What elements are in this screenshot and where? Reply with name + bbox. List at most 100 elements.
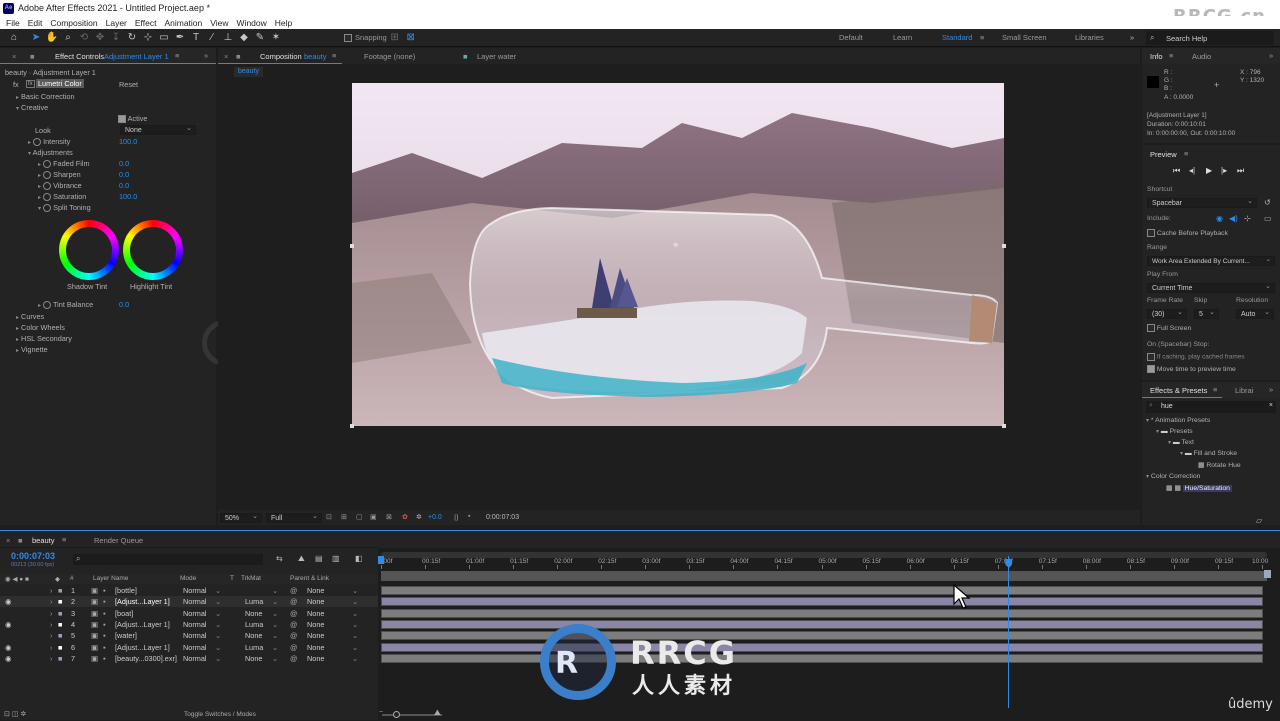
bbox-handle-bottom-right[interactable] (1002, 424, 1006, 428)
parent-dropdown-icon[interactable]: ⌄ (352, 620, 358, 629)
layer-row[interactable]: › ■ 5 ▣ ▪ [water] Normal ⌄ None ⌄ @ None ⌄ (0, 630, 378, 641)
trkmat-dropdown-icon[interactable]: ⌄ (272, 631, 278, 640)
cache-before-playback[interactable]: Cache Before Playback (1147, 229, 1228, 237)
pen-tool-icon[interactable]: ✒ (174, 32, 186, 44)
orbit-camera-icon[interactable]: ⟲ (78, 32, 90, 44)
snap-options-icon[interactable]: ⊞ (389, 32, 401, 44)
layer-row[interactable]: ◉ › ■ 6 ▣ ▪ [Adjust...Layer 1] Normal ⌄ Luma ⌄ @ Non… (0, 642, 378, 653)
mode-dropdown-icon[interactable]: ⌄ (215, 620, 221, 629)
layer-mode[interactable]: Normal (183, 643, 207, 652)
zoom-dropdown[interactable]: 50% (220, 512, 262, 523)
pick-whip-icon[interactable]: @ (290, 631, 297, 640)
sharpen-value[interactable]: 0.0 (119, 170, 129, 179)
work-area-start-handle[interactable] (378, 556, 384, 564)
label-color-icon[interactable]: ■ (58, 643, 62, 652)
comp-timecode[interactable]: 0:00:07:03 (486, 514, 519, 521)
vibrance-value[interactable]: 0.0 (119, 181, 129, 190)
effect-name-lumetri[interactable]: Lumetri Color (36, 79, 84, 88)
active-checkbox-row[interactable]: Active (118, 114, 148, 124)
timeline-lock-icon[interactable]: ■ (18, 536, 23, 545)
layer-type-icon[interactable]: ▣ (91, 620, 98, 629)
faded-film-value[interactable]: 0.0 (119, 159, 129, 168)
trkmat-dropdown-icon[interactable]: ⌄ (272, 586, 278, 595)
label-color-icon[interactable]: ■ (58, 586, 62, 595)
shy-layers-icon[interactable]: ▤ (315, 554, 323, 563)
close-panel-icon[interactable]: × (12, 52, 16, 61)
menu-view[interactable]: View (210, 18, 228, 28)
brush-tool-icon[interactable]: ∕ (206, 32, 218, 44)
trkmat-dropdown-icon[interactable]: ⌄ (272, 643, 278, 652)
snapping-checkbox[interactable] (344, 33, 352, 42)
layer-duration-bar[interactable] (381, 642, 1263, 652)
layer-mode[interactable]: Normal (183, 654, 207, 663)
section-curves[interactable]: ▸ Curves (16, 312, 44, 321)
selection-tool-icon[interactable]: ➤ (30, 32, 42, 44)
trkmat-dropdown-icon[interactable]: ⌄ (272, 654, 278, 663)
menu-help[interactable]: Help (275, 18, 292, 28)
parent-dropdown-icon[interactable]: ⌄ (352, 609, 358, 618)
pan-camera-icon[interactable]: ✥ (94, 32, 106, 44)
mode-dropdown-icon[interactable]: ⌄ (215, 609, 221, 618)
bbox-handle-bottom-left[interactable] (350, 424, 354, 428)
reset-shortcut-icon[interactable]: ↺ (1264, 198, 1271, 207)
panel-menu-icon[interactable]: ≡ (175, 51, 179, 60)
show-snapshot-icon[interactable]: ▪ (468, 513, 470, 520)
mode-dropdown-icon[interactable]: ⌄ (215, 586, 221, 595)
workspace-default[interactable]: Default (839, 33, 863, 42)
layer-row[interactable]: › ■ 1 ▣ ▪ [bottle] Normal ⌄ ⌄ @ None ⌄ (0, 585, 378, 596)
menu-file[interactable]: File (6, 18, 20, 28)
search-help-box[interactable]: ⌕ Search Help (1146, 31, 1274, 45)
layer-type-icon[interactable]: ▣ (91, 654, 98, 663)
layer-duration-bar[interactable] (381, 597, 1263, 607)
libraries-tab[interactable]: Librai (1235, 386, 1253, 395)
layer-parent[interactable]: None (307, 631, 324, 640)
label-color-icon[interactable]: ■ (58, 654, 62, 663)
pick-whip-icon[interactable]: @ (290, 654, 297, 663)
layer-name[interactable]: [water] (115, 631, 137, 640)
section-vignette[interactable]: ▸ Vignette (16, 345, 48, 354)
highlight-tint-wheel[interactable] (123, 220, 183, 280)
comp-breadcrumb[interactable]: beauty (234, 67, 264, 77)
toggle-switches-modes[interactable]: Toggle Switches / Modes (184, 711, 256, 718)
parent-dropdown-icon[interactable]: ⌄ (352, 631, 358, 640)
channel-icon[interactable]: ✿ (402, 513, 408, 521)
workspace-menu-icon[interactable]: ≡ (980, 33, 984, 42)
col-layer-name[interactable]: Layer Name (93, 575, 128, 582)
workspace-standard[interactable]: Standard (942, 33, 972, 42)
work-area-range[interactable] (381, 571, 1267, 581)
comp-mini-flowchart-icon[interactable]: ⇆ (276, 554, 283, 563)
zoom-tool-icon[interactable]: ⌕ (62, 32, 74, 44)
snapshot-icon[interactable]: ⌷ (454, 513, 459, 523)
tree-presets-folder[interactable]: ▾ ▬ Presets (1156, 428, 1193, 435)
exposure-reset-icon[interactable]: ✲ (416, 513, 422, 521)
clear-search-icon[interactable]: × (1269, 402, 1273, 409)
menu-animation[interactable]: Animation (164, 18, 202, 28)
effects-menu-icon[interactable]: ≡ (1213, 385, 1217, 394)
layer-trkmat[interactable]: None (245, 654, 262, 663)
home-icon[interactable]: ⌂ (8, 32, 20, 44)
pick-whip-icon[interactable]: @ (290, 620, 297, 629)
next-frame-icon[interactable]: |▸ (1221, 166, 1227, 175)
anchor-point-tool-icon[interactable]: ⊹ (142, 32, 154, 44)
resolution-dropdown[interactable]: Full (266, 512, 322, 523)
composition-viewer[interactable] (352, 83, 1004, 426)
label-color-icon[interactable]: ■ (58, 620, 62, 629)
first-frame-icon[interactable]: ⏮ (1173, 166, 1180, 176)
layer-name[interactable]: [bottle] (115, 586, 137, 595)
section-color-wheels[interactable]: ▸ Color Wheels (16, 323, 65, 332)
menu-composition[interactable]: Composition (50, 18, 97, 28)
layer-mode[interactable]: Normal (183, 620, 207, 629)
layer-type-icon[interactable]: ▣ (91, 597, 98, 606)
lock-icon[interactable]: ■ (30, 52, 35, 61)
workspace-libraries[interactable]: Libraries (1075, 33, 1104, 42)
layer-trkmat[interactable]: None (245, 609, 262, 618)
effect-controls-tab[interactable]: Effect Controls (55, 52, 104, 61)
close-timeline-icon[interactable]: × (6, 536, 10, 545)
last-frame-icon[interactable]: ⏭ (1237, 166, 1244, 176)
pick-whip-icon[interactable]: @ (290, 643, 297, 652)
layer-row[interactable]: ◉ › ■ 4 ▣ ▪ [Adjust...Layer 1] Normal ⌄ Luma ⌄ @ Non… (0, 619, 378, 630)
layer-duration-bar[interactable] (381, 619, 1263, 629)
info-menu-icon[interactable]: ≡ (1169, 51, 1173, 60)
reset-link[interactable]: Reset (119, 80, 138, 89)
section-basic-correction[interactable]: ▸ Basic Correction (16, 92, 75, 101)
